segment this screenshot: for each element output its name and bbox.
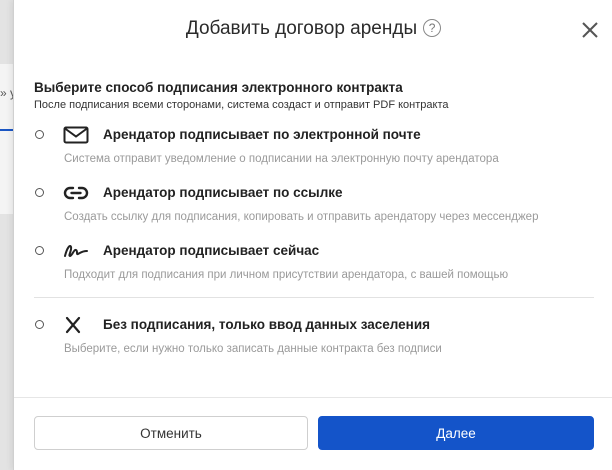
option-label: Арендатор подписывает сейчас — [103, 243, 320, 258]
dialog-title: Добавить договор аренды — [185, 18, 418, 39]
link-icon — [63, 184, 89, 202]
help-icon[interactable]: ? — [423, 19, 442, 37]
option-label: Без подписания, только ввод данных засел… — [103, 317, 430, 332]
next-button[interactable]: Далее — [318, 416, 594, 450]
option-sign-by-link[interactable]: Арендатор подписывает по ссылке Создать … — [14, 184, 612, 234]
radio-button[interactable] — [35, 130, 44, 139]
section-subheading: После подписания всеми сторонами, систем… — [34, 99, 449, 111]
option-no-signature[interactable]: Без подписания, только ввод данных засел… — [14, 316, 612, 366]
radio-button[interactable] — [35, 188, 44, 197]
signature-icon — [63, 242, 89, 260]
close-button[interactable] — [580, 20, 600, 40]
option-label: Арендатор подписывает по ссылке — [103, 185, 343, 200]
add-lease-dialog: Добавить договор аренды ? Выберите спосо… — [13, 0, 612, 470]
option-description: Система отправит уведомление о подписани… — [64, 153, 499, 165]
close-icon — [582, 22, 598, 38]
x-icon — [63, 316, 89, 334]
dialog-header: Добавить договор аренды ? — [14, 0, 612, 58]
footer-divider — [14, 397, 612, 398]
options-divider — [34, 297, 594, 298]
option-description: Выберите, если нужно только записать дан… — [64, 343, 442, 355]
cancel-button[interactable]: Отменить — [34, 416, 308, 450]
option-label: Арендатор подписывает по электронной поч… — [103, 127, 421, 142]
radio-button[interactable] — [35, 320, 44, 329]
option-sign-by-email[interactable]: Арендатор подписывает по электронной поч… — [14, 126, 612, 176]
option-description: Подходит для подписания при личном прису… — [64, 269, 509, 281]
option-sign-now[interactable]: Арендатор подписывает сейчас Подходит дл… — [14, 242, 612, 292]
section-heading: Выберите способ подписания электронного … — [34, 80, 403, 95]
envelope-icon — [63, 126, 89, 144]
option-description: Создать ссылку для подписания, копироват… — [64, 211, 539, 223]
radio-button[interactable] — [35, 246, 44, 255]
